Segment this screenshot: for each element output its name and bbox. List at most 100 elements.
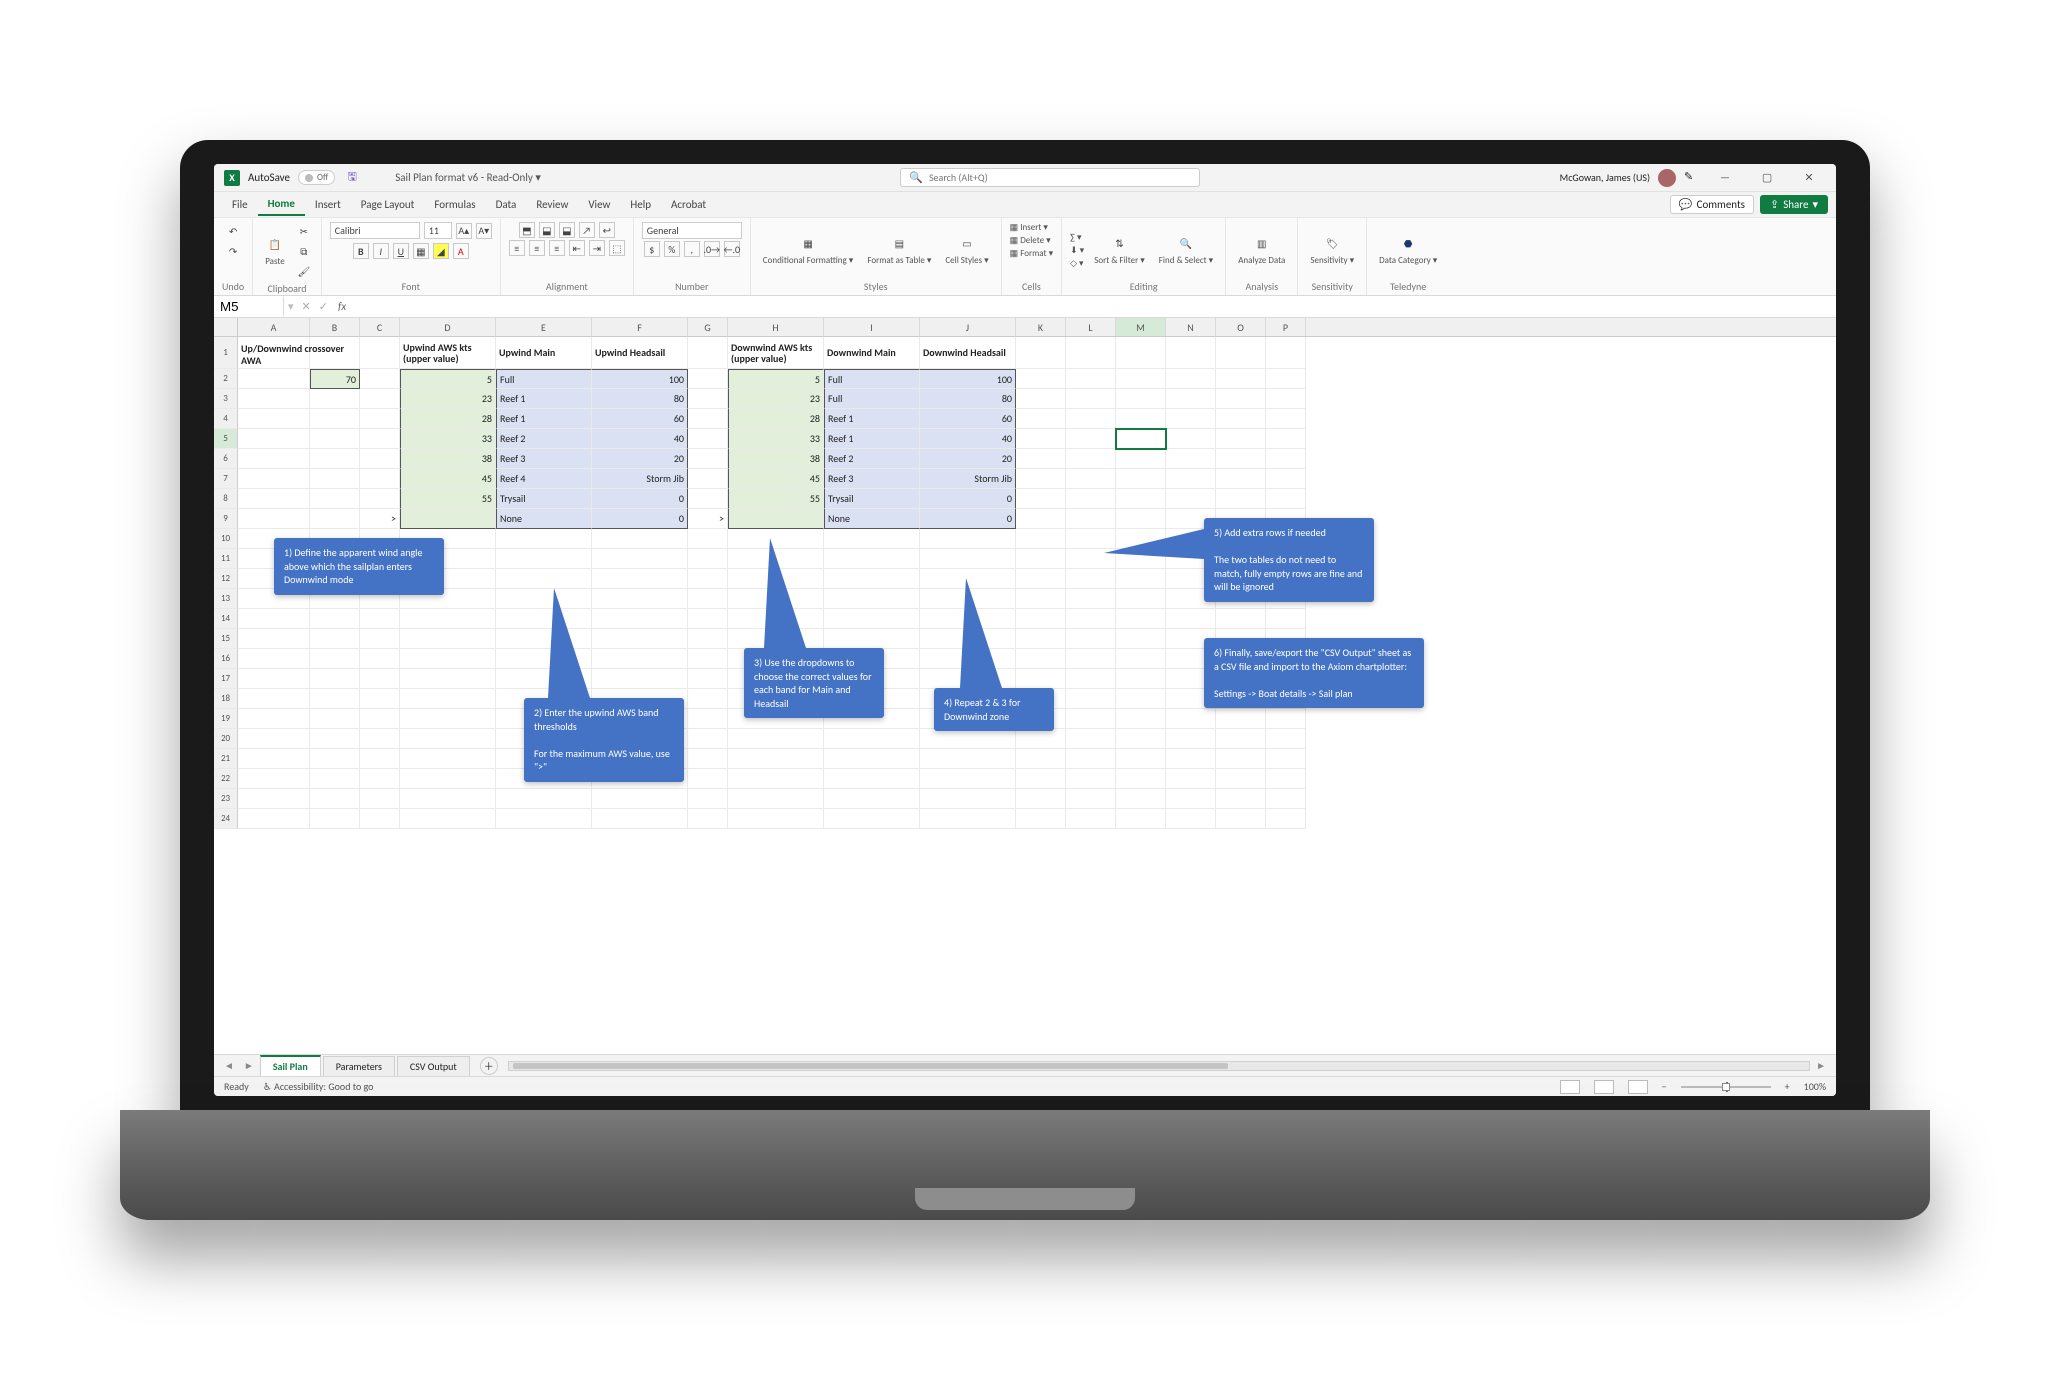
- cell-N20[interactable]: [1166, 729, 1216, 749]
- bold-button[interactable]: B: [353, 243, 369, 259]
- row-header-10[interactable]: 10: [214, 529, 238, 549]
- row-header-15[interactable]: 15: [214, 629, 238, 649]
- row-header-2[interactable]: 2: [214, 369, 238, 389]
- cell-G11[interactable]: [688, 549, 728, 569]
- cell-G5[interactable]: [688, 429, 728, 449]
- orientation-icon[interactable]: ↗: [579, 222, 595, 238]
- row-header-14[interactable]: 14: [214, 609, 238, 629]
- cell-K14[interactable]: [1016, 609, 1066, 629]
- cell-I9[interactable]: None: [824, 509, 920, 529]
- tab-formulas[interactable]: Formulas: [424, 194, 485, 215]
- zoom-level[interactable]: 100%: [1804, 1080, 1826, 1093]
- cell-H5[interactable]: 33: [728, 429, 824, 449]
- cell-I8[interactable]: Trysail: [824, 489, 920, 509]
- cell-A4[interactable]: [238, 409, 310, 429]
- cell-C17[interactable]: [360, 669, 400, 689]
- sort-filter-button[interactable]: ⇅Sort & Filter ▾: [1090, 233, 1149, 268]
- cell-L5[interactable]: [1066, 429, 1116, 449]
- cell-L15[interactable]: [1066, 629, 1116, 649]
- sheet-tab-parameters[interactable]: Parameters: [323, 1056, 395, 1076]
- data-category-button[interactable]: ⬣Data Category ▾: [1375, 233, 1441, 268]
- scrollbar-thumb[interactable]: [513, 1063, 1228, 1069]
- cell-I22[interactable]: [824, 769, 920, 789]
- row-header-22[interactable]: 22: [214, 769, 238, 789]
- cell-N3[interactable]: [1166, 389, 1216, 409]
- cell-O5[interactable]: [1216, 429, 1266, 449]
- col-header-A[interactable]: A: [238, 318, 310, 336]
- decrease-font-icon[interactable]: A▾: [476, 223, 492, 239]
- cell-J2[interactable]: 100: [920, 369, 1016, 389]
- cell-M5[interactable]: [1116, 429, 1166, 449]
- name-box[interactable]: [214, 297, 284, 316]
- analyze-data-button[interactable]: ▥Analyze Data: [1234, 233, 1289, 268]
- cell-J22[interactable]: [920, 769, 1016, 789]
- cell-J9[interactable]: 0: [920, 509, 1016, 529]
- cell-A16[interactable]: [238, 649, 310, 669]
- cell-L13[interactable]: [1066, 589, 1116, 609]
- cell-I1[interactable]: Downwind Main: [824, 337, 920, 369]
- cell-B23[interactable]: [310, 789, 360, 809]
- cell-I10[interactable]: [824, 529, 920, 549]
- sheet-tab-csv-output[interactable]: CSV Output: [397, 1056, 470, 1076]
- cell-F10[interactable]: [592, 529, 688, 549]
- cell-E9[interactable]: None: [496, 509, 592, 529]
- row-header-11[interactable]: 11: [214, 549, 238, 569]
- cell-P1[interactable]: [1266, 337, 1306, 369]
- paste-button[interactable]: 📋 Paste: [261, 234, 289, 269]
- cell-P6[interactable]: [1266, 449, 1306, 469]
- cell-K8[interactable]: [1016, 489, 1066, 509]
- cell-L12[interactable]: [1066, 569, 1116, 589]
- cell-M6[interactable]: [1116, 449, 1166, 469]
- cell-N5[interactable]: [1166, 429, 1216, 449]
- cut-icon[interactable]: ✂: [295, 222, 313, 240]
- cell-G14[interactable]: [688, 609, 728, 629]
- cell-D21[interactable]: [400, 749, 496, 769]
- align-left-icon[interactable]: ≡: [509, 240, 525, 256]
- cell-N19[interactable]: [1166, 709, 1216, 729]
- draw-mode-icon[interactable]: ✎: [1684, 170, 1700, 186]
- spreadsheet-grid[interactable]: ABCDEFGHIJKLMNOP1Up/Downwind crossover A…: [214, 318, 1836, 1054]
- cell-J10[interactable]: [920, 529, 1016, 549]
- cell-L14[interactable]: [1066, 609, 1116, 629]
- cell-M14[interactable]: [1116, 609, 1166, 629]
- cell-D15[interactable]: [400, 629, 496, 649]
- cell-A7[interactable]: [238, 469, 310, 489]
- cell-M24[interactable]: [1116, 809, 1166, 829]
- cell-J7[interactable]: Storm Jib: [920, 469, 1016, 489]
- format-cells-button[interactable]: ▦ Format ▾: [1010, 248, 1053, 259]
- cell-L18[interactable]: [1066, 689, 1116, 709]
- cell-N2[interactable]: [1166, 369, 1216, 389]
- cell-I21[interactable]: [824, 749, 920, 769]
- cell-G16[interactable]: [688, 649, 728, 669]
- cell-B21[interactable]: [310, 749, 360, 769]
- cell-K17[interactable]: [1016, 669, 1066, 689]
- maximize-button[interactable]: ▢: [1750, 164, 1784, 192]
- cell-L20[interactable]: [1066, 729, 1116, 749]
- number-format-select[interactable]: General: [642, 222, 742, 239]
- cell-M22[interactable]: [1116, 769, 1166, 789]
- close-button[interactable]: ✕: [1792, 164, 1826, 192]
- cell-P3[interactable]: [1266, 389, 1306, 409]
- align-center-icon[interactable]: ≡: [529, 240, 545, 256]
- cell-G20[interactable]: [688, 729, 728, 749]
- cell-E10[interactable]: [496, 529, 592, 549]
- cell-B4[interactable]: [310, 409, 360, 429]
- cell-A1[interactable]: Up/Downwind crossover AWA: [238, 337, 310, 369]
- cell-E7[interactable]: Reef 4: [496, 469, 592, 489]
- cell-K11[interactable]: [1016, 549, 1066, 569]
- cell-A21[interactable]: [238, 749, 310, 769]
- cell-B22[interactable]: [310, 769, 360, 789]
- col-header-J[interactable]: J: [920, 318, 1016, 336]
- cell-M9[interactable]: [1116, 509, 1166, 529]
- cell-O21[interactable]: [1216, 749, 1266, 769]
- cell-G19[interactable]: [688, 709, 728, 729]
- cell-D23[interactable]: [400, 789, 496, 809]
- col-header-F[interactable]: F: [592, 318, 688, 336]
- dec-decimal-icon[interactable]: ←.0: [724, 241, 740, 257]
- cell-H20[interactable]: [728, 729, 824, 749]
- cell-G3[interactable]: [688, 389, 728, 409]
- cell-G1[interactable]: [688, 337, 728, 369]
- cell-H3[interactable]: 23: [728, 389, 824, 409]
- cell-K23[interactable]: [1016, 789, 1066, 809]
- align-mid-icon[interactable]: ⬓: [539, 222, 555, 238]
